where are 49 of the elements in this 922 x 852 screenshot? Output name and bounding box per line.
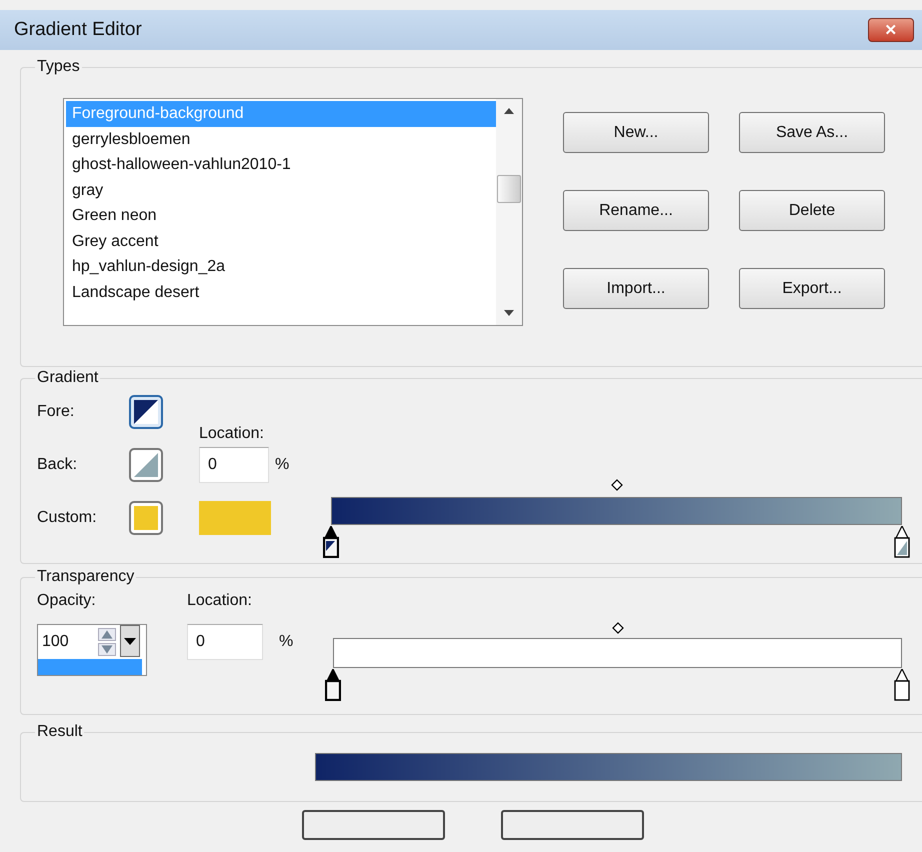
midpoint-marker[interactable]: [610, 479, 622, 491]
list-item[interactable]: Green neon: [66, 203, 496, 228]
location-field[interactable]: 0: [199, 447, 269, 483]
dialog-button[interactable]: New...: [563, 112, 709, 153]
custom-swatch[interactable]: [129, 501, 163, 535]
dialog-button[interactable]: Delete: [739, 190, 885, 231]
dropdown-button[interactable]: [120, 625, 140, 657]
dialog-button[interactable]: Export...: [739, 268, 885, 309]
back-label: Back:: [37, 456, 78, 474]
opacity-label: Opacity:: [37, 592, 97, 611]
list-item[interactable]: Grey accent: [66, 228, 496, 254]
group-label: Types: [36, 58, 81, 76]
dialog-button[interactable]: Import...: [563, 268, 709, 309]
stop-marker[interactable]: [323, 526, 339, 558]
list-item[interactable]: hp_vahlun-design_2a: [66, 254, 496, 280]
percent-label: %: [279, 633, 294, 651]
arrow-down-icon[interactable]: [503, 309, 515, 317]
fore-label: Fore:: [37, 403, 76, 421]
dialog-button[interactable]: [302, 810, 445, 840]
types-list[interactable]: Foreground-background gerrylesbloemen ghost-halloween-vahlun2010-1 gray Green neon Grey accent hp_vahlun-design_2a Landscape desert: [63, 98, 523, 326]
midpoint-marker[interactable]: [612, 622, 624, 634]
fore-swatch[interactable]: [129, 395, 163, 429]
dialog-button[interactable]: Save As...: [739, 112, 885, 153]
gradient-bar[interactable]: [331, 497, 902, 525]
scrollbar-thumb[interactable]: [497, 175, 521, 203]
arrow-up-icon[interactable]: [503, 107, 515, 115]
back-swatch[interactable]: [129, 448, 163, 482]
stop-marker[interactable]: [325, 669, 341, 701]
custom-label: Custom:: [37, 509, 98, 527]
list-item[interactable]: ghost-halloween-vahlun2010-1: [66, 152, 496, 178]
location-label: Location:: [199, 425, 265, 443]
group-label: Result: [36, 723, 84, 741]
percent-label: %: [275, 456, 290, 474]
list-item[interactable]: gerrylesbloemen: [66, 126, 496, 152]
location-label: Location:: [187, 592, 253, 611]
group-label: Gradient: [36, 369, 100, 387]
stop-marker[interactable]: [894, 669, 910, 701]
dialog-button[interactable]: [501, 810, 644, 840]
transparency-bar[interactable]: [333, 638, 902, 668]
window-title: Gradient Editor: [14, 19, 142, 41]
stop-marker[interactable]: [894, 526, 910, 558]
list-item[interactable]: Landscape desert: [66, 280, 496, 305]
caret-icon: [124, 638, 136, 644]
list-item[interactable]: gray: [66, 178, 496, 203]
location-field[interactable]: 0: [187, 624, 263, 660]
opacity-control[interactable]: 100: [37, 624, 147, 676]
scrollbar[interactable]: [496, 99, 522, 325]
group-label: Transparency: [36, 568, 136, 586]
dialog-button[interactable]: Rename...: [563, 190, 709, 231]
